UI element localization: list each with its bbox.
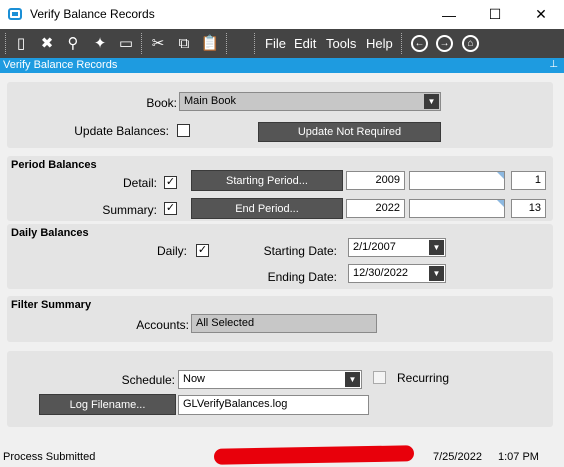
status-text: Process Submitted xyxy=(3,451,96,463)
back-arrow-icon[interactable]: ← xyxy=(411,35,428,52)
home-icon[interactable]: ⌂ xyxy=(462,35,479,52)
update-balances-checkbox[interactable] xyxy=(177,124,190,137)
detail-checkbox[interactable]: ✓ xyxy=(164,176,177,189)
menu-tools[interactable]: Tools xyxy=(326,36,356,51)
chevron-down-icon[interactable]: ▼ xyxy=(424,94,439,109)
status-date: 7/25/2022 xyxy=(433,451,482,463)
detail-label: Detail: xyxy=(122,176,157,190)
paste-icon[interactable]: 📋 xyxy=(200,33,220,53)
start-description-field[interactable] xyxy=(409,171,505,190)
status-time: 1:07 PM xyxy=(498,451,539,463)
menu-file[interactable]: File xyxy=(265,36,286,51)
close-window-button[interactable]: ✕ xyxy=(518,0,564,29)
pin-icon[interactable]: ⊥ xyxy=(549,58,558,72)
start-period-field[interactable]: 1 xyxy=(511,171,546,190)
book-label: Book: xyxy=(146,96,177,110)
chevron-down-icon[interactable]: ▼ xyxy=(429,240,444,255)
menu-help[interactable]: Help xyxy=(366,36,393,51)
form-header: Verify Balance Records ⊥ xyxy=(0,58,564,73)
period-balances-title: Period Balances xyxy=(11,159,97,171)
form-title: Verify Balance Records xyxy=(3,59,118,71)
chevron-down-icon[interactable]: ▼ xyxy=(345,372,360,387)
toolbar: ▯ ✖ ⚲ ✦ ▭ ✂ ⧉ 📋 File Edit Tools Help ← →… xyxy=(0,29,564,58)
ending-date-label: Ending Date: xyxy=(267,270,337,284)
minimize-button[interactable]: — xyxy=(426,0,472,29)
ending-date-picker[interactable]: 12/30/2022 ▼ xyxy=(348,264,446,283)
summary-label: Summary: xyxy=(102,203,157,217)
menu-edit[interactable]: Edit xyxy=(294,36,316,51)
clear-broom-icon[interactable]: ⚲ xyxy=(63,33,83,53)
daily-label: Daily: xyxy=(156,244,187,258)
title-bar: Verify Balance Records — ☐ ✕ xyxy=(0,0,564,29)
chevron-down-icon[interactable]: ▼ xyxy=(429,266,444,281)
new-icon[interactable]: ▯ xyxy=(11,33,31,53)
maximize-button[interactable]: ☐ xyxy=(472,0,518,29)
toolbar-separator xyxy=(401,33,402,54)
delete-icon[interactable]: ✖ xyxy=(37,33,57,53)
app-icon xyxy=(8,8,22,20)
screen-icon[interactable]: ▭ xyxy=(116,33,136,53)
end-year-field[interactable]: 2022 xyxy=(346,199,405,218)
book-value: Main Book xyxy=(184,95,236,107)
magic-wand-icon[interactable]: ✦ xyxy=(90,33,110,53)
book-panel: Book: Main Book ▼ Update Balances: Updat… xyxy=(7,82,553,148)
cut-icon[interactable]: ✂ xyxy=(148,33,168,53)
book-combo[interactable]: Main Book ▼ xyxy=(179,92,441,111)
toolbar-separator xyxy=(254,33,255,54)
update-not-required-button[interactable]: Update Not Required xyxy=(258,122,441,142)
accounts-label: Accounts: xyxy=(136,318,189,332)
corner-indicator xyxy=(497,172,504,179)
schedule-combo[interactable]: Now ▼ xyxy=(178,370,362,389)
schedule-label: Schedule: xyxy=(121,373,175,387)
copy-icon[interactable]: ⧉ xyxy=(174,33,194,53)
recurring-checkbox[interactable] xyxy=(373,371,386,384)
filter-summary-panel: Filter Summary Accounts: All Selected xyxy=(7,296,553,342)
corner-indicator xyxy=(497,200,504,207)
daily-balances-title: Daily Balances xyxy=(11,227,89,239)
schedule-value: Now xyxy=(183,373,206,385)
filter-summary-title: Filter Summary xyxy=(11,299,92,311)
starting-date-picker[interactable]: 2/1/2007 ▼ xyxy=(348,238,446,257)
toolbar-separator xyxy=(141,33,142,54)
recurring-label: Recurring xyxy=(397,371,450,385)
end-period-field[interactable]: 13 xyxy=(511,199,546,218)
start-year-field[interactable]: 2009 xyxy=(346,171,405,190)
accounts-field: All Selected xyxy=(191,314,377,333)
log-filename-field[interactable]: GLVerifyBalances.log xyxy=(178,395,369,415)
toolbar-grip xyxy=(5,33,6,54)
forward-arrow-icon[interactable]: → xyxy=(436,35,453,52)
starting-period-button[interactable]: Starting Period... xyxy=(191,170,343,191)
end-period-button[interactable]: End Period... xyxy=(191,198,343,219)
update-balances-label: Update Balances: xyxy=(74,124,169,138)
summary-checkbox[interactable]: ✓ xyxy=(164,202,177,215)
toolbar-separator xyxy=(226,33,227,54)
starting-date-value: 2/1/2007 xyxy=(353,241,396,253)
daily-balances-panel: Daily Balances Daily: ✓ Starting Date: 2… xyxy=(7,224,553,289)
end-description-field[interactable] xyxy=(409,199,505,218)
schedule-panel: Schedule: Now ▼ Recurring Log Filename..… xyxy=(7,351,553,427)
ending-date-value: 12/30/2022 xyxy=(353,267,409,279)
daily-checkbox[interactable]: ✓ xyxy=(196,244,209,257)
starting-date-label: Starting Date: xyxy=(263,244,337,258)
window-title: Verify Balance Records xyxy=(30,7,155,21)
log-filename-button[interactable]: Log Filename... xyxy=(39,394,176,415)
period-balances-panel: Period Balances Detail: ✓ Starting Perio… xyxy=(7,156,553,221)
